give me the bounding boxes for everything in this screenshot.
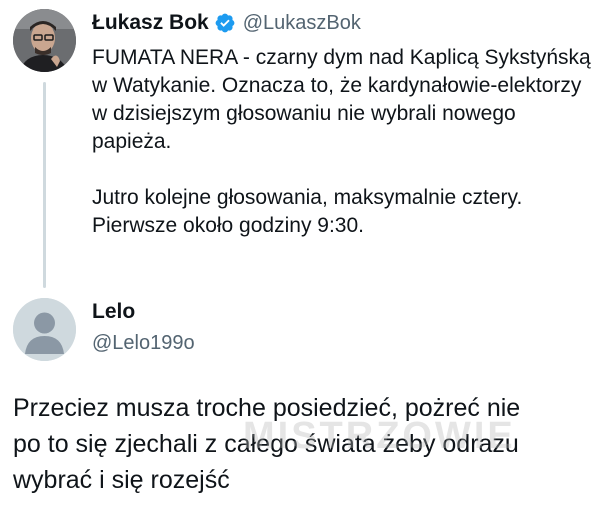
post-header: Łukasz Bok @LukaszBok <box>92 8 361 38</box>
reply-line-3: wybrać i się rozejść <box>13 466 230 494</box>
reply-line-2: po to się zjechali z całego świata żeby … <box>13 430 519 458</box>
author-avatar[interactable] <box>13 9 76 72</box>
reply-body: Przeciez musza troche posiedzieć, pożreć… <box>13 390 598 498</box>
author-handle[interactable]: @LukaszBok <box>243 12 361 35</box>
author-name[interactable]: Łukasz Bok <box>92 11 209 35</box>
reply-author-avatar[interactable] <box>13 298 76 361</box>
reply-author-name[interactable]: Lelo <box>92 300 135 324</box>
post-body: FUMATA NERA - czarny dym nad Kaplicą Syk… <box>92 44 592 240</box>
reply-line-1: Przeciez musza troche posiedzieć, pożreć… <box>13 394 521 422</box>
author-photo <box>13 9 76 72</box>
reply-author-handle[interactable]: @Lelo199o <box>92 332 195 355</box>
thread-connector-line <box>43 82 46 288</box>
default-user-icon <box>13 298 76 361</box>
verified-badge-icon <box>214 12 236 34</box>
post-paragraph-1: FUMATA NERA - czarny dym nad Kaplicą Syk… <box>92 46 591 153</box>
post-paragraph-2: Jutro kolejne głosowania, maksymalnie cz… <box>92 186 523 237</box>
